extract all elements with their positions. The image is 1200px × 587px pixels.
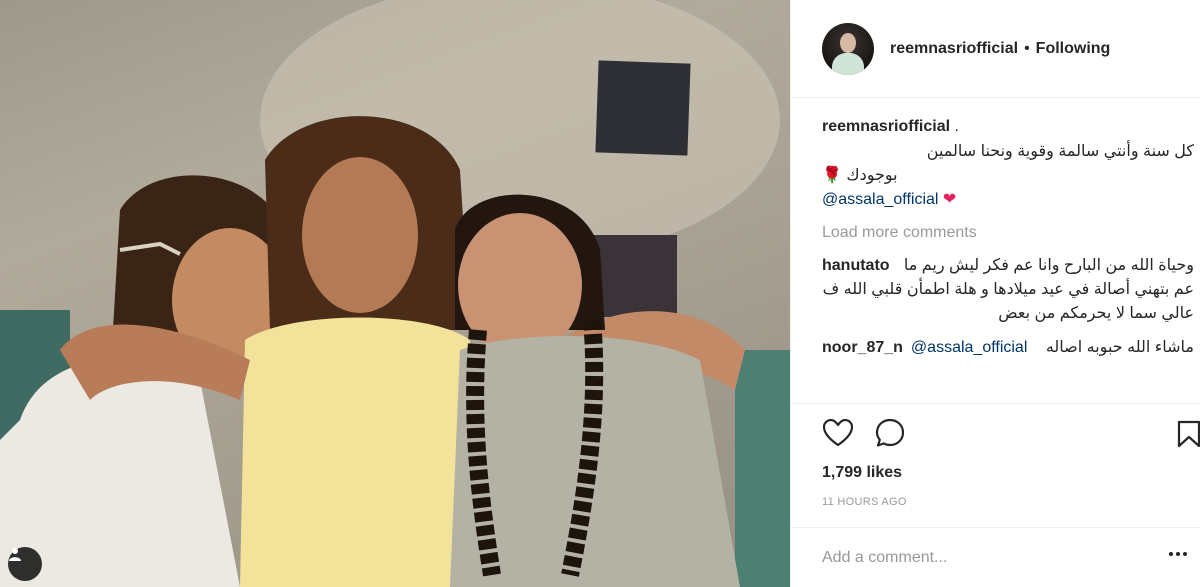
heart-outline-icon[interactable] bbox=[822, 417, 854, 449]
more-dot bbox=[1176, 552, 1180, 556]
caption-username[interactable]: reemnasriofficial bbox=[822, 118, 950, 135]
caption-header: reemnasriofficial . bbox=[822, 116, 1194, 138]
post-author-username[interactable]: reemnasriofficial bbox=[890, 40, 1018, 58]
header-text: reemnasriofficial • Following bbox=[890, 40, 1110, 58]
comments-section: reemnasriofficial . كل سنة وأنتي سالمة و… bbox=[822, 116, 1194, 360]
likes-count[interactable]: 1,799 likes bbox=[822, 464, 1200, 482]
caption-line-2: بوجودك 🌹 bbox=[822, 164, 912, 188]
add-comment-bar bbox=[791, 527, 1200, 587]
post-side-panel: reemnasriofficial • Following reemnasrio… bbox=[790, 0, 1200, 587]
photo-illustration bbox=[0, 0, 790, 587]
add-comment-input[interactable] bbox=[822, 548, 1142, 567]
post-actions: 1,799 likes 11 HOURS AGO bbox=[791, 403, 1200, 508]
comment-bubble-icon[interactable] bbox=[874, 417, 906, 449]
following-button[interactable]: Following bbox=[1036, 40, 1111, 58]
caption-trailing: . bbox=[954, 118, 959, 135]
caption-mention-line: @assala_official ❤ bbox=[822, 188, 1194, 212]
post-photo[interactable] bbox=[0, 0, 790, 587]
rose-emoji-icon: 🌹 bbox=[822, 167, 842, 184]
caption-line-1: كل سنة وأنتي سالمة وقوية ونحنا سالمين bbox=[926, 143, 1194, 160]
avatar-dress bbox=[832, 52, 864, 75]
post-timestamp[interactable]: 11 HOURS AGO bbox=[822, 496, 1200, 508]
caption-mention-link[interactable]: @assala_official bbox=[822, 191, 938, 208]
header-separator: • bbox=[1024, 39, 1030, 57]
caption-line-2-text: بوجودك bbox=[846, 167, 898, 184]
person-tag-icon[interactable] bbox=[8, 547, 42, 581]
avatar[interactable] bbox=[822, 22, 874, 75]
heart-emoji-icon: ❤ bbox=[942, 191, 957, 208]
comment-username[interactable]: noor_87_n bbox=[822, 336, 903, 360]
comment-item: hanutato وحياة الله من البارح وانا عم فك… bbox=[822, 254, 1194, 326]
load-more-comments-button[interactable]: Load more comments bbox=[822, 222, 1194, 244]
action-icons bbox=[822, 418, 1200, 448]
comment-username[interactable]: hanutato bbox=[822, 254, 890, 278]
more-dot bbox=[1169, 552, 1173, 556]
comment-mention-link[interactable]: @assala_official bbox=[911, 336, 1027, 360]
post-header: reemnasriofficial • Following bbox=[791, 0, 1200, 98]
more-dot bbox=[1183, 552, 1187, 556]
avatar-face bbox=[840, 32, 856, 53]
more-options-icon[interactable] bbox=[1169, 552, 1187, 556]
bookmark-icon[interactable] bbox=[1173, 418, 1200, 450]
